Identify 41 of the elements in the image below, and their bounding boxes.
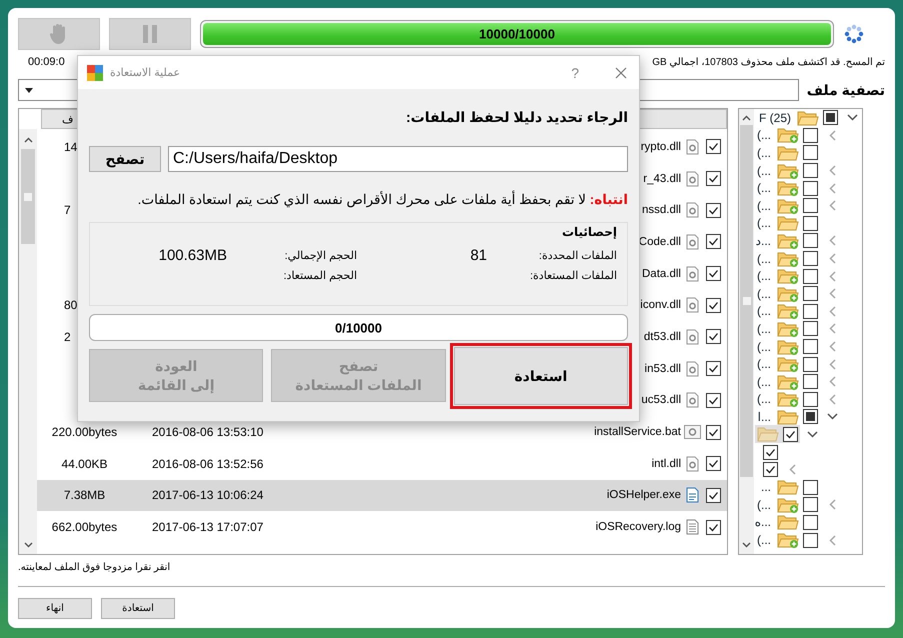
stat-label: الحجم الإجمالي:	[284, 249, 358, 263]
file-name: iOSHelper.exe	[606, 489, 681, 502]
size-cell-text: 662.00bytes	[50, 520, 118, 534]
stat-label: الملفات المحددة:	[538, 249, 617, 263]
scan-status-text: تم المسح. قد اكتشف ملف محذوف 107803، اجمالي GB	[652, 56, 885, 68]
elapsed-time: 00:09:0	[28, 56, 65, 68]
file-name: Data.dll	[642, 268, 681, 280]
size-cell-text: 80	[63, 298, 78, 312]
prompt-text: الرجاء تحديد دليلا لحفظ الملفات:	[404, 109, 628, 128]
date-cell: 2017-06-13 10:06:24	[152, 488, 264, 502]
date-cell: 2017-06-13 17:07:07	[152, 520, 264, 534]
file-name: Code.dll	[638, 236, 681, 248]
size-cell-text: 7	[63, 203, 72, 218]
hint-text: انقر نقرا مزدوجا فوق الملف لمعاينته.	[18, 562, 170, 574]
dialog-title: عملية الاستعادة	[110, 66, 182, 79]
file-name: intl.dll	[652, 458, 681, 470]
progress-label: 0/10000	[335, 320, 382, 335]
file-name: installService.bat	[594, 426, 681, 438]
warning-text: انتباه: لا تقم بحفظ أية ملفات على محرك الأقراص نفسه الذي كنت يتم استعادة الملفات.	[136, 192, 628, 208]
size-cell-text: 44.00KB	[60, 456, 109, 471]
filter-label: تصفية ملف	[806, 82, 885, 98]
stat-label: الحجم المستعاد:	[282, 269, 358, 282]
size-cell-text: 220.00bytes	[50, 425, 118, 440]
progress-label: 10000/10000	[479, 26, 555, 42]
file-name: uc53.dll	[641, 394, 681, 406]
size-cell-text: 7.38MB	[62, 488, 106, 502]
stat-value: 100.63MB	[158, 249, 227, 263]
file-name: iconv.dll	[640, 299, 681, 312]
statistics-title: إحصائيات	[562, 225, 617, 239]
stat-value: 81	[469, 249, 487, 263]
file-name: rypto.dll	[640, 140, 681, 153]
date-cell: 2016-08-06 13:52:56	[152, 456, 264, 471]
file-name: in53.dll	[644, 362, 681, 375]
file-name: r_43.dll	[643, 172, 681, 185]
stat-label: الملفات المستعادة:	[528, 269, 617, 282]
file-name: dt53.dll	[644, 330, 681, 343]
file-name: nssd.dll	[642, 204, 681, 216]
file-name: iOSRecovery.log	[596, 521, 681, 534]
size-cell-text: 14	[63, 140, 78, 154]
date-cell: 2016-08-06 13:53:10	[152, 425, 264, 440]
size-cell-text: 2	[63, 330, 72, 344]
